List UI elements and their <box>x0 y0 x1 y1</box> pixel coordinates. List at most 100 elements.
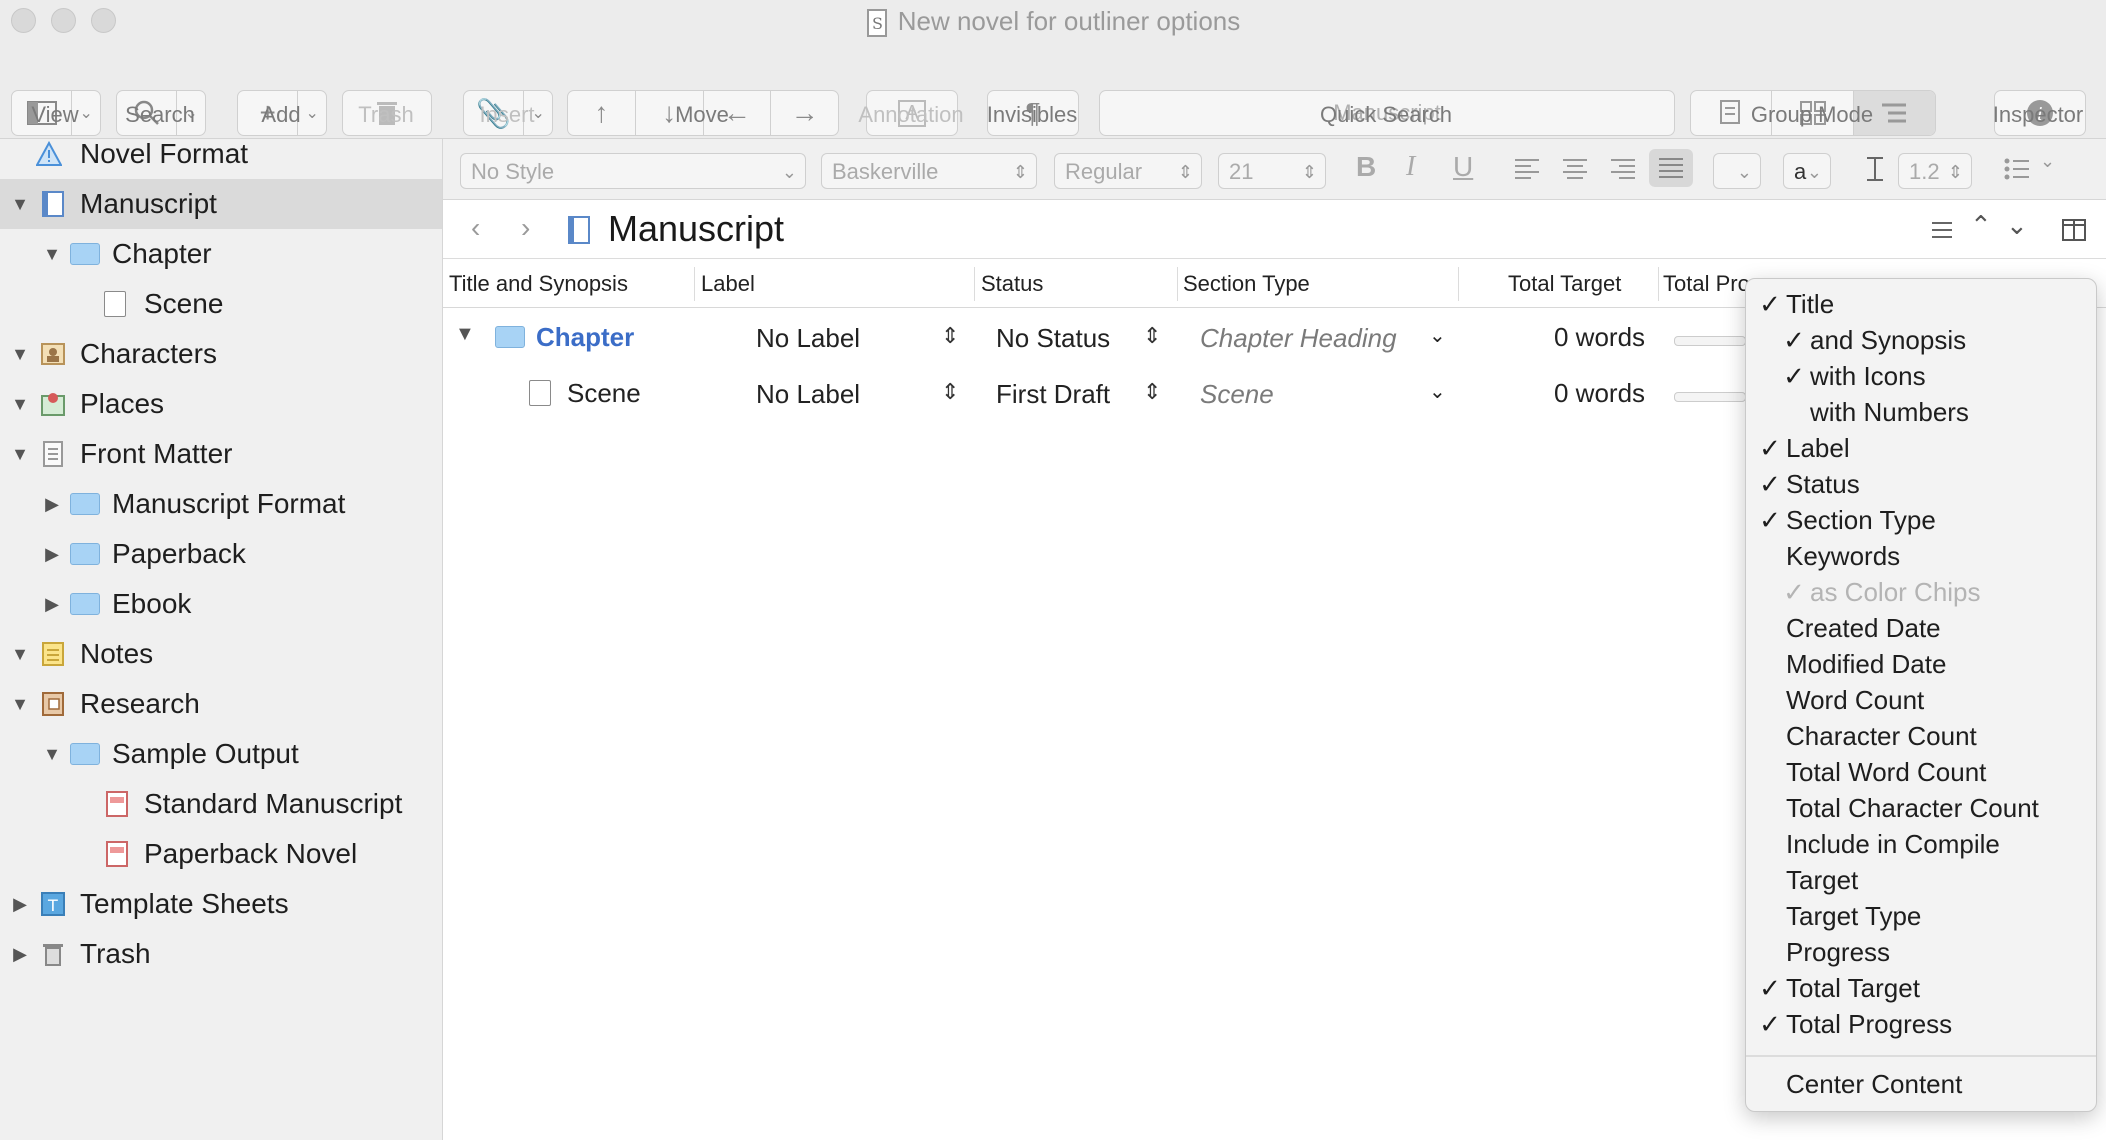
align-right-icon[interactable] <box>1609 157 1637 181</box>
binder-item-trash[interactable]: ▶ Trash <box>0 929 442 979</box>
disclosure-right-icon[interactable]: ▶ <box>10 894 30 915</box>
binder-item-manuscript[interactable]: ▼ Manuscript <box>0 179 442 229</box>
column-header-total-target[interactable]: Total Target <box>1508 271 1621 297</box>
column-header-title[interactable]: Title and Synopsis <box>449 271 628 297</box>
row-section-type[interactable]: Chapter Heading <box>1200 323 1397 354</box>
disclosure-right-icon[interactable]: ▶ <box>42 594 62 615</box>
binder-item-ebook[interactable]: ▶ Ebook <box>0 579 442 629</box>
disclosure-down-icon[interactable]: ▼ <box>42 244 62 265</box>
binder-item-label: Template Sheets <box>80 888 289 919</box>
chevron-down-icon[interactable]: ⌄ <box>1429 379 1446 404</box>
disclosure-down-icon[interactable]: ▼ <box>10 194 30 215</box>
menu-item-with-numbers[interactable]: with Numbers <box>1746 397 2096 433</box>
row-status[interactable]: First Draft <box>996 379 1110 410</box>
menu-item-created-date[interactable]: Created Date <box>1746 613 2096 649</box>
align-center-icon[interactable] <box>1561 157 1589 181</box>
binder-item-sample-output[interactable]: ▼ Sample Output <box>0 729 442 779</box>
menu-item-total-word-count[interactable]: Total Word Count <box>1746 757 2096 793</box>
menu-item-target[interactable]: Target <box>1746 865 2096 901</box>
row-title[interactable]: Scene <box>567 378 641 409</box>
column-header-total-progress[interactable]: Total Pro <box>1663 271 1750 297</box>
justify-button[interactable] <box>1649 149 1693 187</box>
updown-icon[interactable]: ⇕ <box>1143 379 1161 405</box>
menu-item-title[interactable]: ✓ Title <box>1746 289 2096 325</box>
binder-item-paperback[interactable]: ▶ Paperback <box>0 529 442 579</box>
disclosure-down-icon[interactable]: ▼ <box>455 323 475 346</box>
binder-item-template-sheets[interactable]: ▶ T Template Sheets <box>0 879 442 929</box>
column-divider[interactable] <box>1177 267 1178 301</box>
binder-item-places[interactable]: ▼ Places <box>0 379 442 429</box>
highlight-color-select[interactable]: ⌄ <box>1713 153 1761 189</box>
row-label[interactable]: No Label <box>756 379 860 410</box>
binder-item-standard-manuscript[interactable]: Standard Manuscript <box>0 779 442 829</box>
disclosure-down-icon[interactable]: ▼ <box>10 694 30 715</box>
menu-item-include-in-compile[interactable]: Include in Compile <box>1746 829 2096 865</box>
chevron-up-icon[interactable]: ⌃ <box>1970 210 1992 241</box>
italic-button[interactable]: I <box>1406 151 1415 183</box>
disclosure-down-icon[interactable]: ▼ <box>10 394 30 415</box>
split-view-icon[interactable] <box>2061 218 2087 242</box>
menu-item-target-type[interactable]: Target Type <box>1746 901 2096 937</box>
bold-button[interactable]: B <box>1356 151 1376 183</box>
binder-item-characters[interactable]: ▼ Characters <box>0 329 442 379</box>
menu-lines-icon[interactable] <box>1930 220 1954 240</box>
disclosure-down-icon[interactable]: ▼ <box>10 644 30 665</box>
binder-item-chapter[interactable]: ▼ Chapter <box>0 229 442 279</box>
weight-select[interactable]: Regular ⇕ <box>1054 153 1202 189</box>
column-header-section-type[interactable]: Section Type <box>1183 271 1310 297</box>
menu-item-progress[interactable]: Progress <box>1746 937 2096 973</box>
font-size-select[interactable]: 21 ⇕ <box>1218 153 1326 189</box>
disclosure-down-icon[interactable]: ▼ <box>10 344 30 365</box>
binder-item-manuscript-format[interactable]: ▶ Manuscript Format <box>0 479 442 529</box>
menu-item-with-icons[interactable]: ✓ with Icons <box>1746 361 2096 397</box>
menu-item-total-progress[interactable]: ✓ Total Progress <box>1746 1009 2096 1045</box>
text-color-select[interactable]: a ⌄ <box>1783 153 1831 189</box>
disclosure-right-icon[interactable]: ▶ <box>10 944 30 965</box>
column-divider[interactable] <box>694 267 695 301</box>
binder-item-paperback-novel[interactable]: Paperback Novel <box>0 829 442 879</box>
style-select[interactable]: No Style ⌄ <box>460 153 806 189</box>
menu-item-status[interactable]: ✓ Status <box>1746 469 2096 505</box>
binder-item-novel-format[interactable]: Novel Format <box>0 129 442 179</box>
menu-item-label-column[interactable]: ✓ Label <box>1746 433 2096 469</box>
back-arrow-icon[interactable]: ‹ <box>471 212 480 244</box>
column-divider[interactable] <box>1458 267 1459 301</box>
disclosure-right-icon[interactable]: ▶ <box>42 544 62 565</box>
menu-item-and-synopsis[interactable]: ✓ and Synopsis <box>1746 325 2096 361</box>
menu-item-center-content[interactable]: Center Content <box>1746 1069 2096 1105</box>
underline-button[interactable]: U <box>1453 151 1473 183</box>
column-divider[interactable] <box>1658 267 1659 301</box>
updown-icon[interactable]: ⇕ <box>941 323 959 349</box>
column-divider[interactable] <box>974 267 975 301</box>
disclosure-right-icon[interactable]: ▶ <box>42 494 62 515</box>
column-header-status[interactable]: Status <box>981 271 1043 297</box>
row-title[interactable]: Chapter <box>536 322 634 353</box>
menu-item-total-character-count[interactable]: Total Character Count <box>1746 793 2096 829</box>
row-section-type[interactable]: Scene <box>1200 379 1274 410</box>
menu-item-total-target[interactable]: ✓ Total Target <box>1746 973 2096 1009</box>
forward-arrow-icon[interactable]: › <box>521 212 530 244</box>
menu-item-modified-date[interactable]: Modified Date <box>1746 649 2096 685</box>
disclosure-down-icon[interactable]: ▼ <box>42 744 62 765</box>
menu-item-section-type[interactable]: ✓ Section Type <box>1746 505 2096 541</box>
menu-item-character-count[interactable]: Character Count <box>1746 721 2096 757</box>
binder-item-notes[interactable]: ▼ Notes <box>0 629 442 679</box>
column-header-label[interactable]: Label <box>701 271 755 297</box>
menu-item-word-count[interactable]: Word Count <box>1746 685 2096 721</box>
row-label[interactable]: No Label <box>756 323 860 354</box>
list-icon[interactable] <box>2003 157 2031 181</box>
binder-item-research[interactable]: ▼ Research <box>0 679 442 729</box>
font-select[interactable]: Baskerville ⇕ <box>821 153 1037 189</box>
menu-item-keywords[interactable]: Keywords <box>1746 541 2096 577</box>
row-status[interactable]: No Status <box>996 323 1110 354</box>
disclosure-down-icon[interactable]: ▼ <box>10 444 30 465</box>
updown-icon[interactable]: ⇕ <box>941 379 959 405</box>
chevron-down-icon[interactable]: ⌄ <box>2040 151 2055 172</box>
binder-item-front-matter[interactable]: ▼ Front Matter <box>0 429 442 479</box>
chevron-down-icon[interactable]: ⌄ <box>2006 210 2028 241</box>
updown-icon[interactable]: ⇕ <box>1143 323 1161 349</box>
chevron-down-icon[interactable]: ⌄ <box>1429 323 1446 348</box>
binder-item-scene[interactable]: Scene <box>0 279 442 329</box>
line-spacing-select[interactable]: 1.2 ⇕ <box>1898 153 1972 189</box>
align-left-icon[interactable] <box>1513 157 1541 181</box>
